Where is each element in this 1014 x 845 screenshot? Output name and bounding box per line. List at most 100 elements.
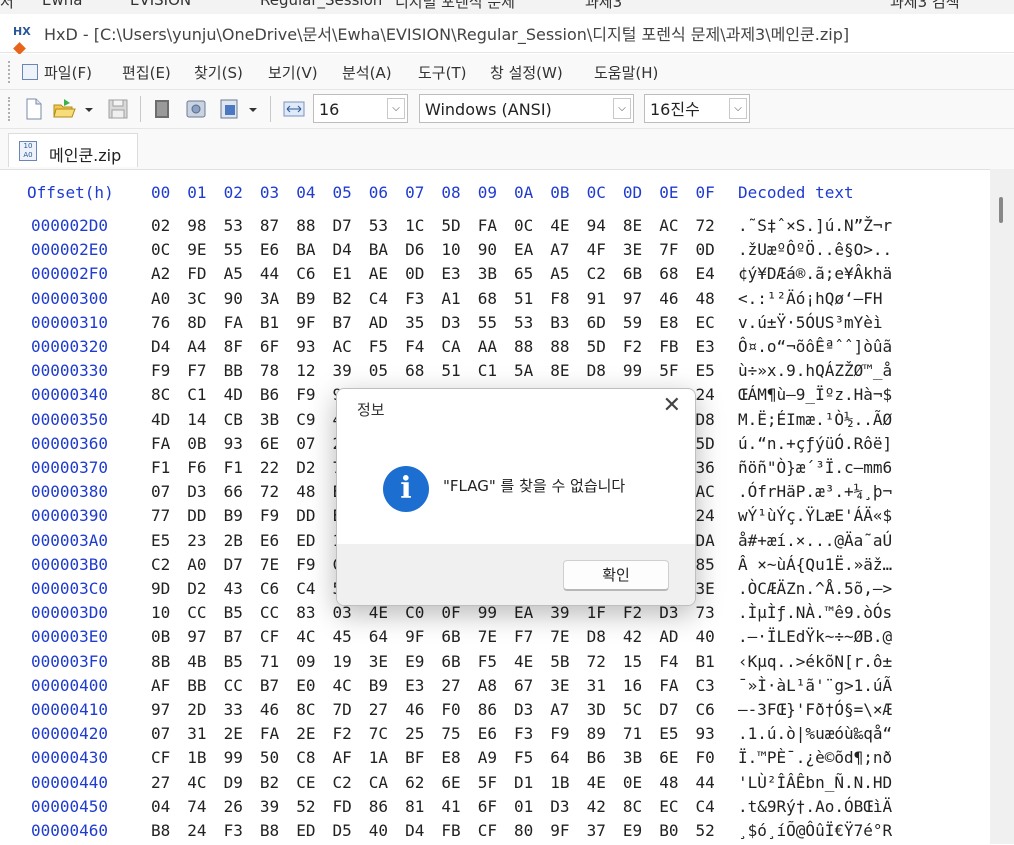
hex-byte[interactable]: F1 (151, 458, 170, 477)
hex-byte[interactable]: 67 (514, 676, 533, 695)
hex-byte[interactable]: B6 (260, 385, 279, 404)
hex-byte[interactable]: 91 (587, 289, 606, 308)
hex-byte[interactable]: 5D (587, 337, 606, 356)
hex-byte[interactable]: 48 (659, 773, 678, 792)
hex-byte[interactable]: 4F (587, 240, 606, 259)
hex-byte[interactable]: 1C (405, 216, 424, 235)
hex-byte[interactable]: F1 (224, 458, 243, 477)
hex-byte[interactable]: CE (296, 773, 315, 792)
hex-byte[interactable]: F8 (550, 289, 569, 308)
decoded-text[interactable]: 'LÙ²ÎÂÊbn_Ñ.N.HD (738, 773, 892, 792)
hex-byte[interactable]: BA (369, 240, 388, 259)
decoded-text[interactable]: Â ×~ùÁ{Qu1Ë.»äž… (738, 555, 892, 574)
hex-byte[interactable]: 10 (441, 240, 460, 259)
hex-byte[interactable]: 4C (333, 676, 352, 695)
hex-byte[interactable]: B8 (260, 821, 279, 840)
hex-byte[interactable]: 93 (696, 724, 715, 743)
hex-byte[interactable]: BB (224, 361, 243, 380)
hex-byte[interactable]: AD (369, 313, 388, 332)
hex-byte[interactable]: 8D (187, 313, 206, 332)
hex-byte[interactable]: F2 (623, 337, 642, 356)
hex-byte[interactable]: 94 (587, 216, 606, 235)
hex-byte[interactable]: CC (260, 603, 279, 622)
hex-byte[interactable]: 9E (187, 240, 206, 259)
hex-byte[interactable]: 24 (187, 821, 206, 840)
hex-byte[interactable]: E9 (405, 652, 424, 671)
hex-byte[interactable]: 98 (187, 216, 206, 235)
hex-byte[interactable]: 93 (224, 434, 243, 453)
hex-byte[interactable]: DD (187, 506, 206, 525)
offset-base-select[interactable]: 16진수 ⌵ (644, 94, 750, 123)
hex-byte[interactable]: 14 (187, 410, 206, 429)
menu-edit[interactable]: 편집(E) (122, 62, 171, 83)
cut-icon[interactable] (150, 97, 174, 121)
hex-byte[interactable]: B0 (659, 821, 678, 840)
hex-byte[interactable]: 27 (151, 773, 170, 792)
hex-byte[interactable]: F7 (187, 361, 206, 380)
hex-byte[interactable]: E6 (260, 240, 279, 259)
hex-byte[interactable]: CB (224, 410, 243, 429)
hex-byte[interactable]: 4D (151, 410, 170, 429)
hex-byte[interactable]: F5 (369, 337, 388, 356)
hex-byte[interactable]: F4 (659, 652, 678, 671)
hex-byte[interactable]: 50 (260, 748, 279, 767)
hex-byte[interactable]: 46 (260, 700, 279, 719)
hex-byte[interactable]: E8 (441, 748, 460, 767)
hex-byte[interactable]: 76 (151, 313, 170, 332)
hex-byte[interactable]: 99 (224, 748, 243, 767)
hex-byte[interactable]: 3B (260, 410, 279, 429)
hex-byte[interactable]: F4 (405, 337, 424, 356)
hex-byte[interactable]: B9 (224, 506, 243, 525)
decoded-text[interactable]: .t&9Rý†.Ao.ÓBŒìÄ (738, 797, 892, 816)
hex-byte[interactable]: D2 (187, 579, 206, 598)
hex-byte[interactable]: 68 (659, 264, 678, 283)
hex-byte[interactable]: 3A (260, 289, 279, 308)
hex-byte[interactable]: 0D (405, 264, 424, 283)
hex-byte[interactable]: 03 (333, 603, 352, 622)
hex-byte[interactable]: D2 (296, 458, 315, 477)
hex-byte[interactable]: 97 (623, 289, 642, 308)
hex-byte[interactable]: A1 (441, 289, 460, 308)
hex-byte[interactable]: 4E (550, 216, 569, 235)
hex-byte[interactable]: 6E (260, 434, 279, 453)
hex-byte[interactable]: 1F (587, 603, 606, 622)
menu-grip[interactable] (8, 61, 14, 83)
hex-byte[interactable]: AA (478, 337, 497, 356)
hex-byte[interactable]: 6B (441, 652, 460, 671)
hex-byte[interactable]: 85 (696, 555, 715, 574)
menu-analysis[interactable]: 분석(A) (342, 62, 392, 83)
hex-byte[interactable]: 44 (260, 264, 279, 283)
hex-byte[interactable]: 55 (224, 240, 243, 259)
hex-byte[interactable]: D7 (224, 555, 243, 574)
ram-icon[interactable] (218, 97, 242, 121)
hex-byte[interactable]: 9F (296, 313, 315, 332)
hex-byte[interactable]: 46 (659, 289, 678, 308)
hex-byte[interactable]: C2 (333, 773, 352, 792)
decoded-text[interactable]: ¸$ó¸íÕ@ÔûÏ€Ÿ7é°R (738, 821, 892, 840)
hex-byte[interactable]: AF (151, 676, 170, 695)
hex-byte[interactable]: E5 (151, 531, 170, 550)
decoded-text[interactable]: wÝ¹ùÝç.ŸLæE'ÁÄ«$ (738, 506, 892, 525)
hex-byte[interactable]: E0 (296, 676, 315, 695)
hex-byte[interactable]: B2 (333, 289, 352, 308)
hex-byte[interactable]: 51 (514, 289, 533, 308)
hex-byte[interactable]: F2 (623, 603, 642, 622)
decoded-text[interactable]: Ô¤.o“¬õôÊªˆˆ]òûã (738, 337, 892, 356)
hex-byte[interactable]: 48 (296, 482, 315, 501)
hex-byte[interactable]: 3E (696, 579, 715, 598)
save-icon[interactable] (106, 97, 130, 121)
hex-byte[interactable]: 02 (151, 216, 170, 235)
hex-byte[interactable]: D3 (441, 313, 460, 332)
decoded-text[interactable]: .ÒCÆÄZn.^Å.5õ,–> (738, 579, 892, 598)
hex-byte[interactable]: D1 (514, 773, 533, 792)
hex-byte[interactable]: 16 (623, 676, 642, 695)
hex-byte[interactable]: 5D (441, 216, 460, 235)
menu-tools[interactable]: 도구(T) (418, 62, 466, 83)
hex-byte[interactable]: 40 (369, 821, 388, 840)
hex-byte[interactable]: 42 (623, 627, 642, 646)
hex-byte[interactable]: 4E (369, 603, 388, 622)
hex-byte[interactable]: 64 (369, 627, 388, 646)
hex-byte[interactable]: ED (296, 531, 315, 550)
hex-byte[interactable]: 6B (623, 264, 642, 283)
hex-byte[interactable]: 46 (405, 700, 424, 719)
